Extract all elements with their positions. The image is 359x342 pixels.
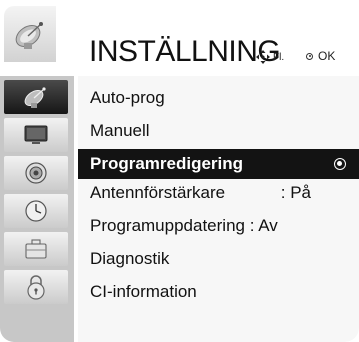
four-way-arrow-icon xyxy=(256,50,270,64)
settings-list: Auto-prog Manuell Programredigering Ante… xyxy=(78,76,359,342)
menu-item-label: Auto-prog xyxy=(90,88,165,107)
menu-item-diagnostik[interactable]: Diagnostik xyxy=(78,244,359,274)
navigation-hint-label: Fl. xyxy=(273,51,285,63)
menu-item-label: Programuppdatering : Av xyxy=(90,216,278,235)
menu-item-label: Antennförstärkare xyxy=(90,183,226,202)
menu-item-label: Programredigering xyxy=(90,154,244,173)
ok-button-icon xyxy=(306,52,313,60)
tab-audio[interactable] xyxy=(4,156,68,190)
menu-item-ci-information[interactable]: CI-information xyxy=(78,277,359,307)
ok-hint-label: OK xyxy=(318,49,336,63)
tab-time[interactable] xyxy=(4,194,68,228)
menu-item-label: Manuell xyxy=(90,121,150,140)
tv-screen-icon xyxy=(24,125,48,144)
page-title: INSTÄLLNING xyxy=(89,35,281,68)
satellite-dish-icon xyxy=(4,6,56,62)
menu-item-label: Diagnostik xyxy=(90,249,170,268)
menu-item-antennforstarkare[interactable]: Antennförstärkare : På xyxy=(78,178,359,208)
tab-setup[interactable] xyxy=(4,80,68,114)
tab-lock[interactable] xyxy=(4,270,68,304)
speaker-icon xyxy=(25,162,47,184)
ok-hint: OK xyxy=(306,49,335,63)
settings-menu-window: INSTÄLLNING Fl. OK Auto-prog Manuell Pro… xyxy=(0,0,359,342)
lock-icon xyxy=(27,275,45,300)
menu-item-programuppdatering[interactable]: Programuppdatering : Av xyxy=(78,211,359,241)
menu-item-auto-prog[interactable]: Auto-prog xyxy=(78,83,359,113)
menu-header: INSTÄLLNING Fl. OK xyxy=(0,0,359,70)
satellite-dish-icon xyxy=(24,87,46,108)
tab-option[interactable] xyxy=(4,232,68,266)
selected-indicator-icon xyxy=(334,158,346,170)
navigation-hint: Fl. xyxy=(256,50,284,64)
menu-item-label: CI-information xyxy=(90,282,197,301)
menu-item-value: : På xyxy=(280,183,311,202)
menu-item-programredigering[interactable]: Programredigering xyxy=(78,149,359,179)
clock-icon xyxy=(25,200,47,222)
category-sidebar xyxy=(0,76,74,342)
toolbox-icon xyxy=(25,239,47,259)
menu-item-manuell[interactable]: Manuell xyxy=(78,116,359,146)
tab-picture[interactable] xyxy=(4,118,68,152)
